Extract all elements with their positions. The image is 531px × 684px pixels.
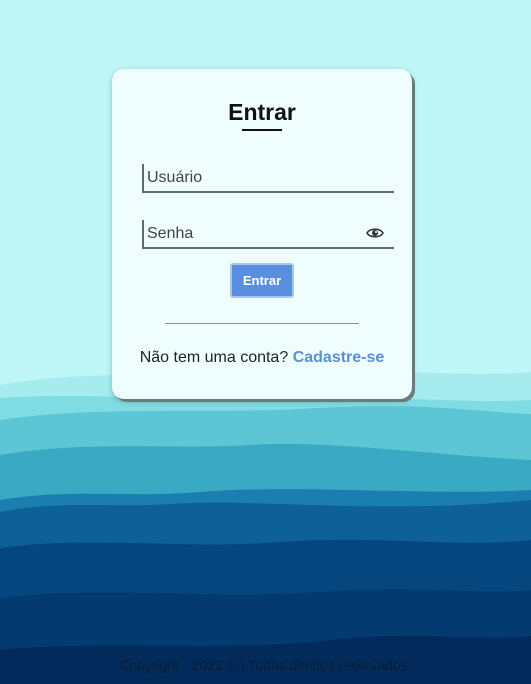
password-field bbox=[142, 220, 394, 249]
eye-icon[interactable] bbox=[366, 225, 384, 241]
login-button[interactable]: Entrar bbox=[230, 263, 294, 298]
username-input[interactable] bbox=[147, 164, 362, 191]
password-input[interactable] bbox=[147, 220, 362, 247]
footer-copyright: Copyright - 2021 © | Todos direitos rese… bbox=[119, 657, 412, 673]
divider bbox=[165, 323, 359, 324]
signup-prompt-text: Não tem uma conta? bbox=[139, 349, 289, 366]
login-card: Entrar Entrar Não tem uma conta? Cadastr… bbox=[112, 69, 412, 399]
page-title: Entrar bbox=[228, 99, 296, 125]
signup-link[interactable]: Cadastre-se bbox=[293, 349, 385, 366]
title-underline bbox=[242, 129, 282, 131]
signup-prompt: Não tem uma conta? Cadastre-se bbox=[112, 349, 412, 367]
username-field bbox=[142, 164, 394, 193]
